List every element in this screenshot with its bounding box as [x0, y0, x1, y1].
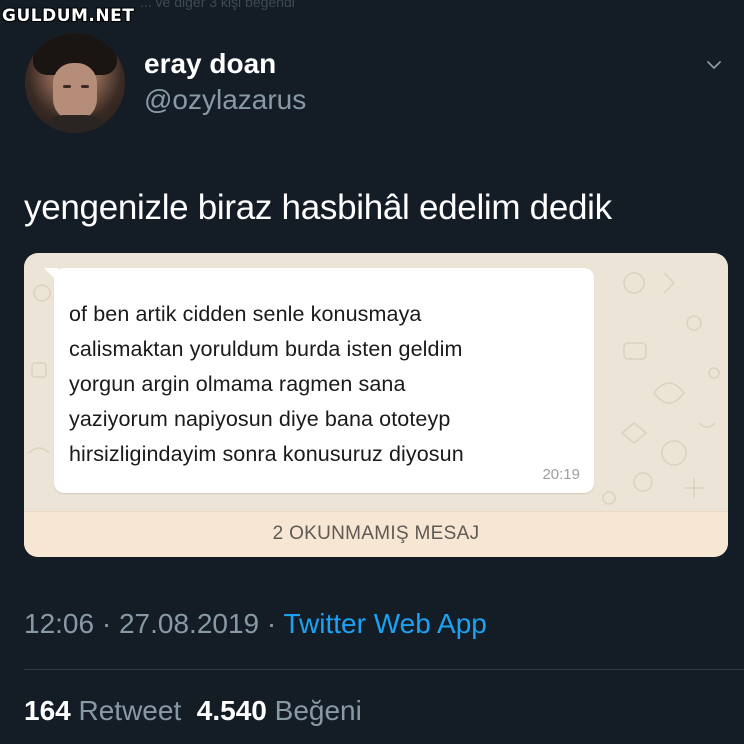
tweet-date[interactable]: 27.08.2019	[119, 608, 259, 639]
message-line: hirsizligindayim sonra konusuruz diyosun	[69, 442, 464, 466]
engagement-stats: 164 Retweet 4.540 Beğeni	[24, 695, 362, 727]
like-label: Beğeni	[274, 695, 362, 726]
display-name[interactable]: eray doan	[144, 48, 276, 80]
message-line: calismaktan yoruldum burda isten geldim	[69, 337, 463, 361]
meta-separator: ·	[259, 608, 284, 639]
message-timestamp: 20:19	[542, 466, 580, 483]
unread-messages-banner: 2 OKUNMAMIŞ MESAJ	[24, 511, 728, 557]
avatar[interactable]	[25, 33, 125, 133]
chevron-down-icon[interactable]	[707, 58, 721, 72]
tweet-time[interactable]: 12:06	[24, 608, 94, 639]
meta-separator: ·	[94, 608, 119, 639]
message-line: yaziyorum napiyosun diye bana ototeyp	[69, 407, 451, 431]
divider	[24, 669, 744, 670]
tweet-meta: 12:06 · 27.08.2019 · Twitter Web App	[24, 608, 487, 640]
user-handle[interactable]: @ozylazarus	[144, 84, 306, 116]
watermark-logo: GULDUM.NET	[2, 6, 135, 26]
tweet-media-image[interactable]: of ben artik cidden senle konusmaya cali…	[24, 253, 728, 557]
chat-message-bubble: of ben artik cidden senle konusmaya cali…	[54, 268, 594, 493]
likes-link[interactable]: 4.540 Beğeni	[197, 695, 362, 726]
tweet-source-link[interactable]: Twitter Web App	[284, 608, 487, 639]
retweets-link[interactable]: 164 Retweet	[24, 695, 181, 726]
tweet-text: yengenizle biraz hasbihâl edelim dedik	[24, 188, 612, 227]
retweet-label: Retweet	[78, 695, 182, 726]
liked-by-context: ... ve diğer 3 kişi beğendi	[140, 0, 295, 10]
like-count: 4.540	[196, 695, 267, 726]
retweet-count: 164	[24, 695, 71, 726]
message-line: yorgun argin olmama ragmen sana	[69, 372, 406, 396]
message-line: of ben artik cidden senle konusmaya	[69, 302, 422, 326]
unread-messages-label: 2 OKUNMAMIŞ MESAJ	[272, 523, 480, 544]
